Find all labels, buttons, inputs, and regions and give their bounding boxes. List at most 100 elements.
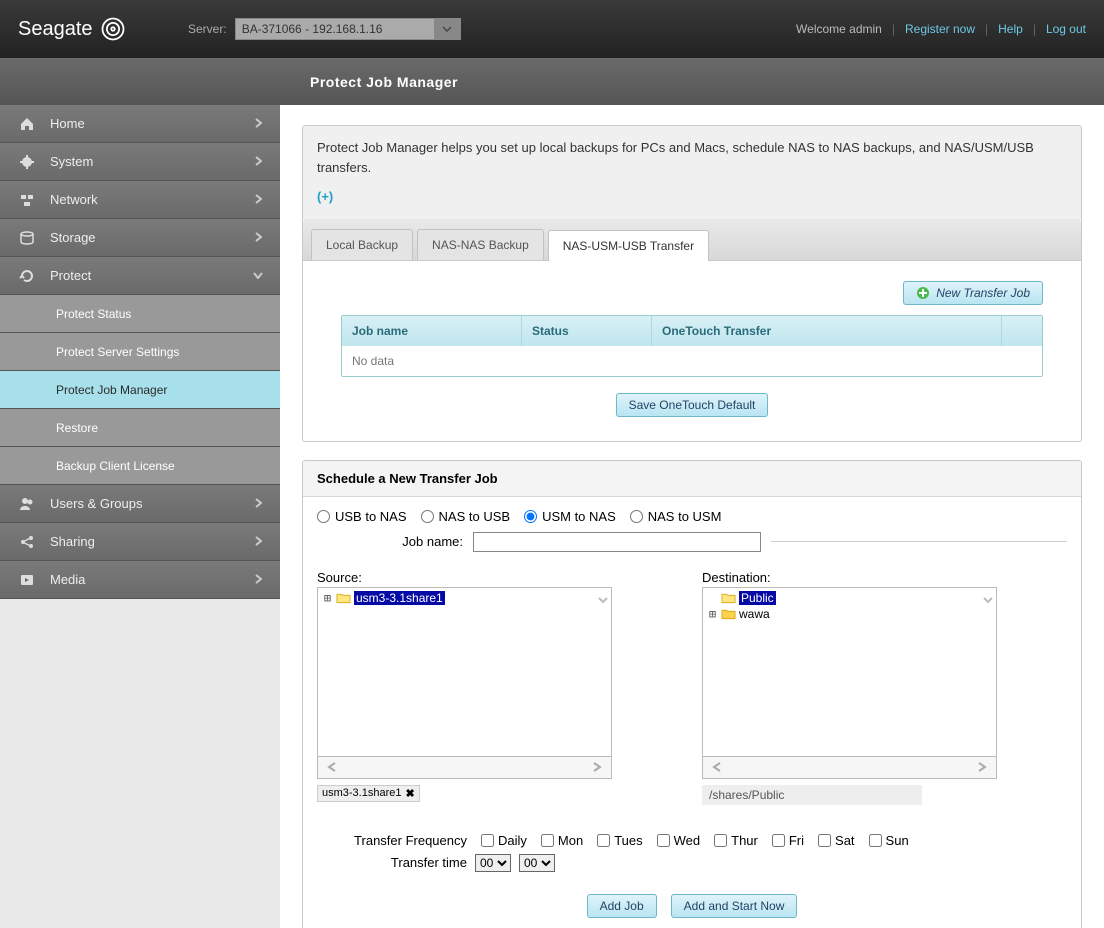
- sidebar-item-network[interactable]: Network: [0, 181, 280, 219]
- tab-nas-nas-backup[interactable]: NAS-NAS Backup: [417, 229, 544, 260]
- chevron-right-icon[interactable]: [589, 762, 603, 772]
- sidebar-item-users-groups[interactable]: Users & Groups: [0, 485, 280, 523]
- sidebar-item-backup-client-license[interactable]: Backup Client License: [0, 447, 280, 485]
- tab-local-backup[interactable]: Local Backup: [311, 229, 413, 260]
- freq-day-tues[interactable]: Tues: [597, 833, 642, 848]
- chevron-left-icon[interactable]: [711, 762, 725, 772]
- chevron-left-icon[interactable]: [326, 762, 340, 772]
- users-groups-icon: [18, 495, 36, 513]
- tree-expand-icon[interactable]: ⊞: [707, 607, 718, 621]
- radio-nas-to-usb[interactable]: NAS to USB: [421, 509, 511, 524]
- chevron-right-icon: [254, 192, 262, 207]
- col-actions: [1002, 316, 1042, 346]
- chevron-right-icon: [254, 154, 262, 169]
- sidebar-item-media[interactable]: Media: [0, 561, 280, 599]
- add-and-start-now-button[interactable]: Add and Start Now: [671, 894, 798, 918]
- tree-item[interactable]: ⊞wawa: [707, 606, 992, 622]
- home-icon: [18, 115, 36, 133]
- radio-usb-to-nas[interactable]: USB to NAS: [317, 509, 407, 524]
- source-tree-scrollbar[interactable]: [317, 757, 612, 779]
- chevron-right-icon: [254, 534, 262, 549]
- tab-nas-usm-usb-transfer[interactable]: NAS-USM-USB Transfer: [548, 230, 709, 261]
- freq-day-daily[interactable]: Daily: [481, 833, 527, 848]
- tree-item[interactable]: Public: [707, 590, 992, 606]
- freq-day-thur[interactable]: Thur: [714, 833, 758, 848]
- transfer-time-label: Transfer time: [317, 855, 467, 870]
- destination-label: Destination:: [702, 570, 997, 585]
- schedule-title: Schedule a New Transfer Job: [303, 461, 1081, 497]
- protect-icon: [18, 267, 36, 285]
- sidebar-item-label: Sharing: [50, 534, 95, 549]
- transfer-jobs-table: Job name Status OneTouch Transfer No dat…: [341, 315, 1043, 377]
- system-icon: [18, 153, 36, 171]
- jobname-label: Job name:: [317, 534, 463, 549]
- brand-logo: Seagate: [18, 15, 178, 43]
- sidebar-item-sharing[interactable]: Sharing: [0, 523, 280, 561]
- scroll-indicator-icon: [982, 594, 994, 609]
- chevron-right-icon: [254, 572, 262, 587]
- sidebar-item-protect-status[interactable]: Protect Status: [0, 295, 280, 333]
- destination-path: /shares/Public: [702, 785, 922, 805]
- freq-day-sat[interactable]: Sat: [818, 833, 855, 848]
- sidebar-item-storage[interactable]: Storage: [0, 219, 280, 257]
- col-status[interactable]: Status: [522, 316, 652, 346]
- tree-item[interactable]: ⊞usm3-3.1share1: [322, 590, 607, 606]
- scroll-indicator-icon: [597, 594, 609, 609]
- freq-day-wed[interactable]: Wed: [657, 833, 701, 848]
- chevron-right-icon[interactable]: [974, 762, 988, 772]
- sidebar-item-home[interactable]: Home: [0, 105, 280, 143]
- intro-text: Protect Job Manager helps you set up loc…: [317, 138, 1067, 177]
- source-selection-chip[interactable]: usm3-3.1share1 ✖: [317, 785, 420, 802]
- media-icon: [18, 571, 36, 589]
- page-title: Protect Job Manager: [280, 58, 458, 105]
- transfer-time-minute[interactable]: 00: [519, 854, 555, 872]
- sidebar-item-protect-job-manager[interactable]: Protect Job Manager: [0, 371, 280, 409]
- network-icon: [18, 191, 36, 209]
- tree-expand-icon[interactable]: ⊞: [322, 591, 333, 605]
- seagate-swirl-icon: [99, 15, 127, 43]
- col-onetouch[interactable]: OneTouch Transfer: [652, 316, 1002, 346]
- sidebar-item-protect[interactable]: Protect: [0, 257, 280, 295]
- server-select[interactable]: [235, 18, 461, 40]
- source-tree[interactable]: ⊞usm3-3.1share1: [317, 587, 612, 757]
- help-link[interactable]: Help: [998, 22, 1023, 36]
- frequency-label: Transfer Frequency: [317, 833, 467, 848]
- server-dropdown-button[interactable]: [435, 18, 461, 40]
- server-value-input[interactable]: [235, 18, 435, 40]
- sidebar-item-label: Protect: [50, 268, 91, 283]
- sidebar-item-restore[interactable]: Restore: [0, 409, 280, 447]
- source-label: Source:: [317, 570, 612, 585]
- transfer-time-hour[interactable]: 00: [475, 854, 511, 872]
- freq-day-sun[interactable]: Sun: [869, 833, 909, 848]
- sidebar-item-label: Network: [50, 192, 98, 207]
- chevron-down-icon: [442, 26, 452, 32]
- sidebar-item-label: Home: [50, 116, 85, 131]
- register-link[interactable]: Register now: [905, 22, 975, 36]
- logout-link[interactable]: Log out: [1046, 22, 1086, 36]
- plus-circle-icon: [916, 286, 930, 300]
- destination-tree-scrollbar[interactable]: [702, 757, 997, 779]
- destination-tree[interactable]: Public⊞wawa: [702, 587, 997, 757]
- server-label: Server:: [188, 22, 227, 36]
- sidebar-item-label: Users & Groups: [50, 496, 142, 511]
- add-job-button[interactable]: Add Job: [587, 894, 657, 918]
- save-onetouch-default-button[interactable]: Save OneTouch Default: [616, 393, 769, 417]
- freq-day-mon[interactable]: Mon: [541, 833, 583, 848]
- chevron-right-icon: [254, 230, 262, 245]
- intro-expand[interactable]: (+): [317, 187, 333, 207]
- radio-usm-to-nas[interactable]: USM to NAS: [524, 509, 616, 524]
- col-job-name[interactable]: Job name: [342, 316, 522, 346]
- sidebar-item-system[interactable]: System: [0, 143, 280, 181]
- sharing-icon: [18, 533, 36, 551]
- freq-day-fri[interactable]: Fri: [772, 833, 804, 848]
- chevron-right-icon: [254, 268, 262, 283]
- storage-icon: [18, 229, 36, 247]
- sidebar-item-label: System: [50, 154, 93, 169]
- jobname-input[interactable]: [473, 532, 761, 552]
- tree-expand-icon[interactable]: [707, 591, 718, 605]
- new-transfer-job-button[interactable]: New Transfer Job: [903, 281, 1043, 305]
- chip-close-icon[interactable]: ✖: [406, 787, 415, 800]
- sidebar-item-protect-server-settings[interactable]: Protect Server Settings: [0, 333, 280, 371]
- radio-nas-to-usm[interactable]: NAS to USM: [630, 509, 722, 524]
- sidebar-item-label: Media: [50, 572, 85, 587]
